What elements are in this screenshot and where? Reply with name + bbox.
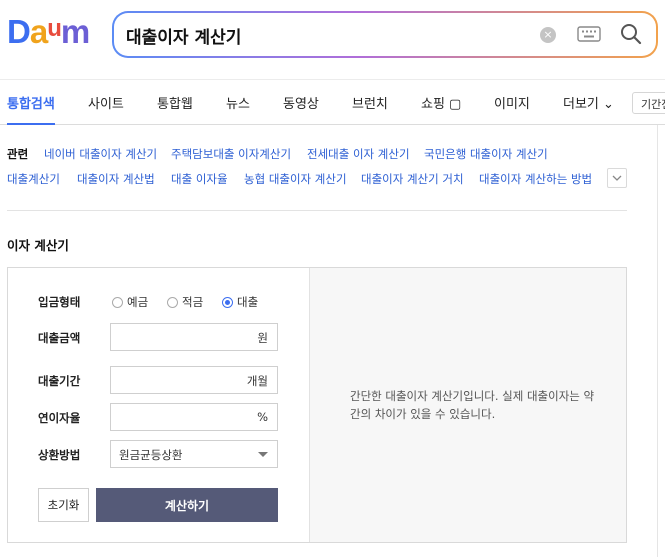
tab-shopping[interactable]: 쇼핑 ▢ — [421, 93, 461, 112]
loan-amount-field[interactable]: 원 — [110, 323, 278, 351]
radio-loan[interactable]: 대출 — [222, 294, 258, 310]
tab-all[interactable]: 통합검색 — [7, 93, 55, 112]
unit-percent: % — [257, 410, 268, 424]
radio-circle — [167, 296, 178, 308]
keyboard-icon[interactable] — [577, 26, 601, 42]
interest-rate-label: 연이자율 — [38, 411, 81, 425]
radio-circle — [112, 296, 123, 308]
radio-circle-selected — [222, 296, 233, 308]
repayment-method-value: 원금균등상환 — [119, 448, 183, 462]
related-link[interactable]: 대출계산기 — [7, 171, 60, 187]
related-link[interactable]: 국민은행 대출이자 계산기 — [424, 146, 548, 162]
dropdown-arrow-icon — [258, 452, 268, 457]
deposit-type-label: 입금형태 — [38, 295, 81, 309]
clear-icon[interactable]: × — [540, 27, 556, 43]
loan-period-input[interactable] — [117, 371, 237, 389]
section-divider — [7, 210, 627, 211]
interest-rate-field[interactable]: % — [110, 403, 278, 431]
tab-more-label: 더보기 — [563, 97, 599, 112]
related-expand-button[interactable] — [607, 168, 627, 188]
search-icon[interactable] — [619, 22, 643, 46]
radio-installment[interactable]: 적금 — [167, 294, 203, 310]
tab-brunch[interactable]: 브런치 — [352, 93, 388, 112]
related-link[interactable]: 대출이자 계산하는 방법 — [479, 171, 592, 187]
tab-image[interactable]: 이미지 — [494, 93, 530, 112]
daum-logo[interactable]: Daum — [7, 13, 90, 51]
loan-period-field[interactable]: 개월 — [110, 366, 278, 394]
chevron-down-icon: ⌄ — [603, 97, 614, 112]
radio-deposit[interactable]: 예금 — [112, 294, 148, 310]
header: Daum × — [0, 0, 665, 79]
related-link[interactable]: 네이버 대출이자 계산기 — [44, 146, 157, 162]
related-link[interactable]: 농협 대출이자 계산기 — [244, 171, 347, 187]
interest-calculator: 입금형태 예금 적금 대출 대출금액 원 대출기간 개월 연이자율 % 상환방법… — [7, 267, 627, 543]
calculate-button[interactable]: 계산하기 — [96, 488, 278, 522]
related-label: 관련 — [7, 147, 29, 161]
tab-video[interactable]: 동영상 — [283, 93, 319, 112]
tab-news[interactable]: 뉴스 — [226, 93, 250, 112]
column-divider — [657, 125, 658, 557]
unit-months: 개월 — [246, 374, 268, 388]
calculator-title: 이자 계산기 — [7, 238, 69, 253]
calculator-info-panel: 간단한 대출이자 계산기입니다. 실제 대출이자는 약간의 차이가 있을 수 있… — [309, 268, 626, 542]
interest-rate-input[interactable] — [117, 408, 237, 426]
search-bar: × — [112, 11, 658, 58]
tab-site[interactable]: 사이트 — [88, 93, 124, 112]
repayment-method-select[interactable]: 원금균등상환 — [110, 440, 278, 468]
loan-period-label: 대출기간 — [38, 374, 81, 388]
loan-amount-input[interactable] — [117, 328, 237, 346]
unit-won: 원 — [257, 331, 268, 345]
tab-web[interactable]: 통합웹 — [157, 93, 193, 112]
search-input[interactable] — [126, 22, 506, 48]
tab-navigation: 통합검색 사이트 통합웹 뉴스 동영상 브런치 쇼핑 ▢ 이미지 더보기 ⌄ 기… — [0, 79, 665, 125]
tab-more[interactable]: 더보기 ⌄ — [563, 93, 614, 112]
repayment-method-label: 상환방법 — [38, 448, 81, 462]
chevron-down-icon — [612, 175, 622, 181]
calculator-description: 간단한 대출이자 계산기입니다. 실제 대출이자는 약간의 차이가 있을 수 있… — [350, 389, 595, 421]
related-link[interactable]: 대출 이자율 — [171, 171, 228, 187]
related-link[interactable]: 주택담보대출 이자계산기 — [171, 146, 291, 162]
loan-amount-label: 대출금액 — [38, 331, 81, 345]
period-filter-button[interactable]: 기간전체 — [632, 92, 665, 114]
related-link[interactable]: 전세대출 이자 계산기 — [307, 146, 410, 162]
reset-button[interactable]: 초기화 — [38, 488, 89, 522]
active-tab-indicator — [7, 123, 55, 125]
related-link[interactable]: 대출이자 계산기 거치 — [361, 171, 464, 187]
related-link[interactable]: 대출이자 계산법 — [77, 171, 155, 187]
